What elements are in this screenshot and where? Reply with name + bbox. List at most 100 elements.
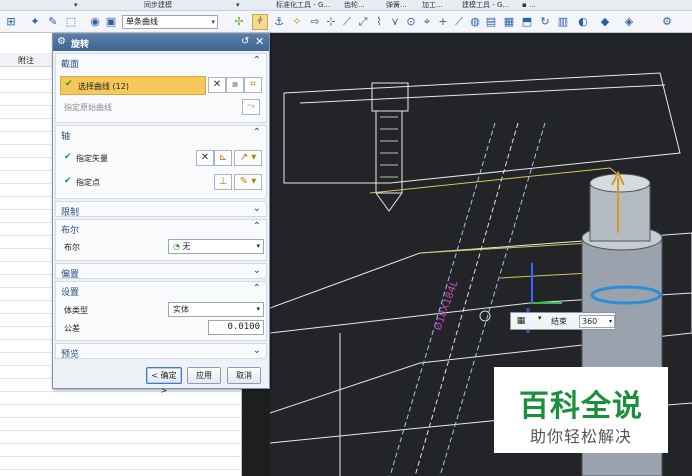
limits-header[interactable]: 限制 ⌄ [56, 202, 266, 218]
check-icon: ✔ [65, 79, 73, 89]
end-label: 结束 [551, 317, 567, 326]
snap-tangent-icon[interactable]: ⤢ [356, 15, 370, 29]
list-item[interactable] [0, 457, 242, 470]
chevron-down-icon[interactable]: ⌄ [253, 345, 261, 356]
chevron-up-icon[interactable]: ⌃ [253, 127, 261, 138]
section-curve-icon[interactable]: ⌗ [244, 77, 262, 93]
orient-icon[interactable]: ▥ [556, 15, 570, 29]
end-value-field[interactable]: 360 ▾ [579, 315, 615, 328]
chevron-down-icon: ▾ [256, 242, 260, 250]
tolerance-input[interactable]: 0.0100 [208, 320, 264, 335]
fit-view-icon[interactable]: ▦ [502, 15, 516, 29]
menu-machining[interactable]: 加工... [422, 0, 443, 11]
intersection-icon[interactable]: ✢ [232, 15, 246, 29]
shaded-icon[interactable]: ◆ [598, 15, 612, 29]
chevron-down-icon: ▾ [256, 305, 260, 313]
chevron-down-icon[interactable]: ▾ [538, 314, 542, 322]
watermark-subtitle: 助你轻松解决 [529, 427, 632, 446]
menu-standard-tools[interactable]: 标准化工具 - G... [276, 0, 330, 11]
boolean-group: 布尔 ⌃ 布尔 ◔ 无 ▾ [55, 219, 267, 261]
watermark-title: 百科全说 [519, 389, 643, 424]
follow-fillet-icon[interactable]: ⚓ [272, 15, 286, 29]
menu-modeling-tools[interactable]: 建模工具 - G... [462, 0, 509, 11]
snap-face-icon[interactable]: ▤ [484, 15, 498, 29]
snap-quad-icon[interactable]: ◍ [468, 15, 482, 29]
point-type-dropdown[interactable]: ✎ ▾ [234, 174, 262, 190]
list-item[interactable] [0, 431, 242, 444]
snap-curve-icon[interactable]: ⌇ [372, 15, 386, 29]
curve-icon[interactable]: ▪ [226, 77, 244, 93]
column-note[interactable]: 附注 [18, 55, 34, 66]
body-type-select[interactable]: 实体 ▾ [168, 302, 264, 317]
dialog-titlebar[interactable]: ⚙ 旋转 ↺ ✕ [53, 34, 269, 51]
chevron-down-icon[interactable]: ⌄ [253, 265, 261, 276]
watermark: 百科全说 助你轻松解决 [494, 367, 668, 453]
select-curve-row[interactable]: ✔ 选择曲线 (12) [60, 76, 206, 95]
pencil-icon[interactable]: ✎ [46, 15, 60, 29]
sketch-section-icon[interactable]: ✕ [208, 77, 226, 93]
chevron-down-icon[interactable]: ⌄ [253, 203, 261, 214]
vector-dialog-icon[interactable]: ⊾ [214, 150, 232, 166]
gear-icon[interactable]: ⚙ [57, 36, 66, 47]
curve-rule-select[interactable]: 单条曲线 ▾ [122, 15, 218, 29]
ok-button[interactable]: < 确定 > [146, 367, 182, 395]
end-angle-input[interactable]: ▦ ▾ 结束 360 ▾ [510, 312, 616, 330]
boolean-select[interactable]: ◔ 无 ▾ [168, 239, 264, 254]
list-item[interactable] [0, 418, 242, 431]
boolean-title: 布尔 [61, 226, 80, 236]
zoom-icon[interactable]: ⬒ [520, 15, 534, 29]
snap-line-icon[interactable]: ⟋ [340, 15, 354, 29]
menu-sync-modeling[interactable]: 同步建模 [144, 0, 172, 11]
menu-more[interactable]: ▪ ... [522, 0, 536, 11]
menu-dropdown-indicator[interactable]: ▾ [74, 0, 78, 11]
check-icon: ✔ [64, 152, 72, 162]
body-type-label: 体类型 [64, 306, 88, 315]
chevron-up-icon[interactable]: ⌃ [253, 283, 261, 294]
point-dialog-icon[interactable]: ⊥ [214, 174, 232, 190]
snap-settings-icon[interactable]: ✧ [290, 15, 304, 29]
settings-header[interactable]: 设置 ⌃ [56, 282, 266, 298]
apply-button[interactable]: 应用 [187, 367, 221, 384]
section-view-icon[interactable]: ◈ [622, 15, 636, 29]
list-item[interactable] [0, 392, 242, 405]
stop-at-intersection-icon[interactable]: ⫩ [252, 14, 268, 30]
list-item[interactable] [0, 444, 242, 457]
axis-group: 轴 ⌃ ✔ 指定矢量 ✕ ⊾ ↗ ▾ ✔ 指定点 ⊥ ✎ ▾ [55, 125, 267, 199]
reverse-direction-icon[interactable]: ✕ [196, 150, 214, 166]
offset-header[interactable]: 偏置 ⌄ [56, 264, 266, 280]
cube-icon[interactable]: ▣ [104, 15, 118, 29]
preview-header[interactable]: 预览 ⌄ [56, 344, 266, 360]
snap-plus-icon[interactable]: + [436, 15, 450, 29]
menu-gear[interactable]: 齿轮... [344, 0, 365, 11]
snap-intersect-icon[interactable]: ⋎ [388, 15, 402, 29]
menu-dropdown-indicator-2[interactable]: ▾ [236, 0, 240, 11]
snap-point-icon[interactable]: ✦ [28, 15, 42, 29]
origin-curve-icon[interactable]: ⤳ [242, 99, 260, 115]
reset-icon[interactable]: ↺ [241, 36, 249, 47]
snap-arc-icon[interactable]: ⊙ [404, 15, 418, 29]
snap-endpoint-icon[interactable]: ⇨ [308, 15, 322, 29]
box-select-icon[interactable]: ⬚ [64, 15, 78, 29]
check-icon: ✔ [64, 176, 72, 186]
snap-midpoint-icon[interactable]: ⊹ [324, 15, 338, 29]
angle-option-icon[interactable]: ▦ [514, 315, 528, 327]
list-item[interactable] [0, 405, 242, 418]
menu-spring[interactable]: 弹簧... [386, 0, 407, 11]
snap-center-icon[interactable]: ⌖ [420, 15, 434, 29]
select-filter-icon[interactable]: ⊞ [4, 15, 18, 29]
section-header[interactable]: 截面 ⌃ [56, 54, 266, 70]
chevron-up-icon[interactable]: ⌃ [253, 55, 261, 66]
render-style-icon[interactable]: ◐ [576, 15, 590, 29]
snap-diag-icon[interactable]: ⟋ [452, 15, 466, 29]
rotate-icon[interactable]: ↻ [538, 15, 552, 29]
vector-type-dropdown[interactable]: ↗ ▾ [234, 150, 262, 166]
curve-rule-value: 单条曲线 [126, 17, 158, 26]
view-icon[interactable]: ◉ [88, 15, 102, 29]
settings-icon[interactable]: ⚙ [660, 15, 674, 29]
boolean-header[interactable]: 布尔 ⌃ [56, 220, 266, 236]
axis-header[interactable]: 轴 ⌃ [56, 126, 266, 142]
chevron-up-icon[interactable]: ⌃ [253, 221, 261, 232]
cancel-button[interactable]: 取消 [227, 367, 261, 384]
close-icon[interactable]: ✕ [255, 35, 264, 48]
offset-title: 偏置 [61, 270, 80, 280]
